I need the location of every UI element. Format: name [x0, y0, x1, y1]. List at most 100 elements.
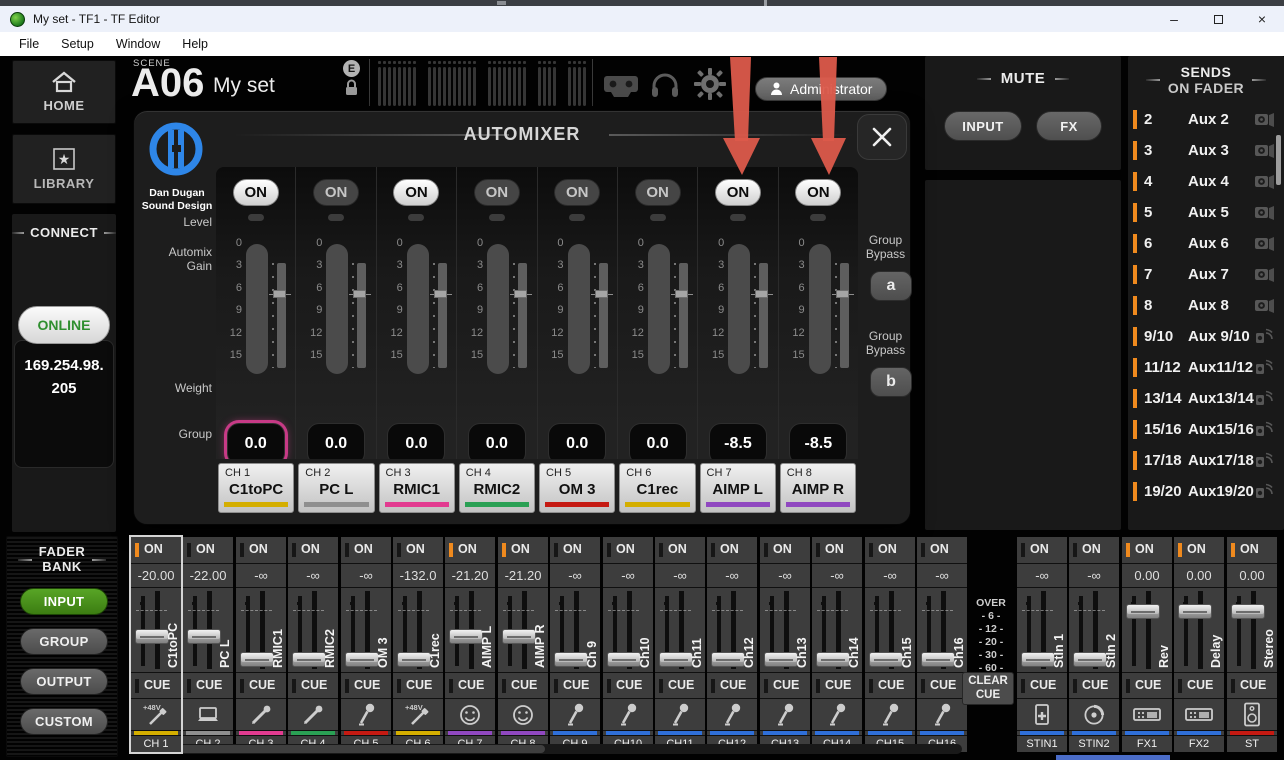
channel-icon-cell[interactable]: [865, 699, 915, 730]
channel-name-plate[interactable]: CH 7 AIMP L: [699, 463, 776, 513]
fader-knob[interactable]: [659, 652, 693, 667]
channel-on-button[interactable]: ON: [1122, 537, 1172, 563]
channel-on-button[interactable]: ON: [550, 537, 600, 563]
weight-slider-handle[interactable]: [353, 290, 367, 298]
channel-on-button[interactable]: ON: [812, 537, 862, 563]
channel-fader[interactable]: C1toPC: [131, 588, 181, 672]
channel-cue-button[interactable]: CUE: [183, 673, 233, 698]
weight-value[interactable]: 0.0: [628, 423, 687, 459]
weight-slider-handle[interactable]: [273, 290, 286, 298]
channel-cue-button[interactable]: CUE: [393, 673, 443, 698]
automix-on-button[interactable]: ON: [313, 179, 360, 206]
channel-name-plate[interactable]: CH 5 OM 3: [539, 463, 616, 513]
channel-cue-button[interactable]: CUE: [236, 673, 286, 698]
weight-slider-handle[interactable]: [433, 290, 447, 298]
channel-icon-cell[interactable]: [760, 699, 810, 730]
channel-fader[interactable]: StIn 1: [1017, 588, 1067, 672]
channel-fader[interactable]: Ch13: [760, 588, 810, 672]
channel-cue-button[interactable]: CUE: [603, 673, 653, 698]
weight-slider-handle[interactable]: [835, 290, 849, 298]
channel-fader[interactable]: Ch12: [707, 588, 757, 672]
weight-value[interactable]: -8.5: [789, 423, 848, 459]
channel-icon-cell[interactable]: [1017, 699, 1067, 730]
recorder-icon[interactable]: [603, 74, 639, 98]
channel-fader[interactable]: StIn 2: [1069, 588, 1119, 672]
fader-knob[interactable]: [1126, 604, 1160, 619]
channel-on-button[interactable]: ON: [1174, 537, 1224, 563]
channel-cue-button[interactable]: CUE: [655, 673, 705, 698]
channel-cue-button[interactable]: CUE: [1227, 673, 1277, 698]
fader-bank-input-button[interactable]: INPUT: [20, 588, 108, 615]
sends-item-aux-2[interactable]: 2 Aux 2: [1128, 104, 1284, 135]
fader-track[interactable]: [1251, 591, 1256, 669]
fader-knob[interactable]: [607, 652, 641, 667]
online-status-button[interactable]: ONLINE: [18, 306, 110, 344]
fader-knob[interactable]: [397, 652, 431, 667]
channel-icon-cell[interactable]: [707, 699, 757, 730]
clear-cue-button[interactable]: CLEAR CUE: [962, 672, 1014, 705]
channel-cue-button[interactable]: CUE: [288, 673, 338, 698]
settings-gear-icon[interactable]: [693, 67, 727, 101]
fader-knob[interactable]: [449, 629, 483, 644]
menu-item-file[interactable]: File: [8, 34, 50, 54]
channel-on-button[interactable]: ON: [288, 537, 338, 563]
channel-on-button[interactable]: ON: [445, 537, 495, 563]
channel-icon-cell[interactable]: [341, 699, 391, 730]
weight-value[interactable]: -8.5: [708, 423, 767, 459]
channel-fader[interactable]: AIMP R: [498, 588, 548, 672]
weight-slider-handle[interactable]: [755, 290, 769, 298]
automixer-close-button[interactable]: [857, 114, 907, 160]
channel-name-plate[interactable]: CH 6 C1rec: [619, 463, 696, 513]
channel-icon-cell[interactable]: [445, 699, 495, 730]
channel-cue-button[interactable]: CUE: [1069, 673, 1119, 698]
sends-item-aux-6[interactable]: 6 Aux 6: [1128, 228, 1284, 259]
channel-name-plate[interactable]: CH 8 AIMP R: [779, 463, 856, 513]
channel-fader[interactable]: PC L: [183, 588, 233, 672]
sends-item-aux-4[interactable]: 4 Aux 4: [1128, 166, 1284, 197]
fader-knob[interactable]: [711, 652, 745, 667]
fader-knob[interactable]: [554, 652, 588, 667]
channel-on-button[interactable]: ON: [603, 537, 653, 563]
channel-icon-cell[interactable]: [550, 699, 600, 730]
channel-fader[interactable]: RMIC1: [236, 588, 286, 672]
menu-item-help[interactable]: Help: [171, 34, 219, 54]
fader-knob[interactable]: [135, 629, 169, 644]
channel-fader[interactable]: OM 3: [341, 588, 391, 672]
sends-item-aux-13-14[interactable]: 13/14 Aux13/14: [1128, 383, 1284, 414]
weight-value[interactable]: 0.0: [226, 423, 285, 459]
channel-icon-cell[interactable]: [498, 699, 548, 730]
user-account-button[interactable]: Administrator: [755, 77, 888, 101]
fader-knob[interactable]: [502, 629, 536, 644]
sends-item-aux-7[interactable]: 7 Aux 7: [1128, 259, 1284, 290]
channel-cue-button[interactable]: CUE: [498, 673, 548, 698]
weight-slider-track[interactable]: [759, 263, 769, 368]
sends-item-aux-11-12[interactable]: 11/12 Aux11/12: [1128, 352, 1284, 383]
channel-cue-button[interactable]: CUE: [917, 673, 967, 698]
fader-knob[interactable]: [1021, 652, 1055, 667]
channel-icon-cell[interactable]: [1227, 699, 1277, 730]
automix-on-button[interactable]: ON: [634, 179, 681, 206]
strips-scrollbar-thumb[interactable]: [133, 745, 545, 753]
weight-slider-track[interactable]: [678, 263, 688, 368]
headphones-icon[interactable]: [650, 70, 680, 100]
channel-on-button[interactable]: ON: [393, 537, 443, 563]
fader-knob[interactable]: [345, 652, 379, 667]
channel-icon-cell[interactable]: [236, 699, 286, 730]
fader-track[interactable]: [1198, 591, 1203, 669]
weight-slider-handle[interactable]: [594, 290, 608, 298]
channel-name-plate[interactable]: CH 2 PC L: [298, 463, 375, 513]
weight-slider-track[interactable]: [839, 263, 849, 368]
channel-fader[interactable]: AIMP L: [445, 588, 495, 672]
channel-on-button[interactable]: ON: [865, 537, 915, 563]
channel-icon-cell[interactable]: [1174, 699, 1224, 730]
channel-on-button[interactable]: ON: [341, 537, 391, 563]
channel-fader[interactable]: Ch14: [812, 588, 862, 672]
channel-icon-cell[interactable]: +48V: [393, 699, 443, 730]
channel-icon-cell[interactable]: [917, 699, 967, 730]
channel-name-plate[interactable]: CH 3 RMIC1: [378, 463, 455, 513]
group-bypass-a-button[interactable]: a: [870, 271, 912, 301]
channel-fader[interactable]: Ch 9: [550, 588, 600, 672]
group-bypass-b-button[interactable]: b: [870, 367, 912, 397]
channel-on-button[interactable]: ON: [1069, 537, 1119, 563]
channel-on-button[interactable]: ON: [655, 537, 705, 563]
